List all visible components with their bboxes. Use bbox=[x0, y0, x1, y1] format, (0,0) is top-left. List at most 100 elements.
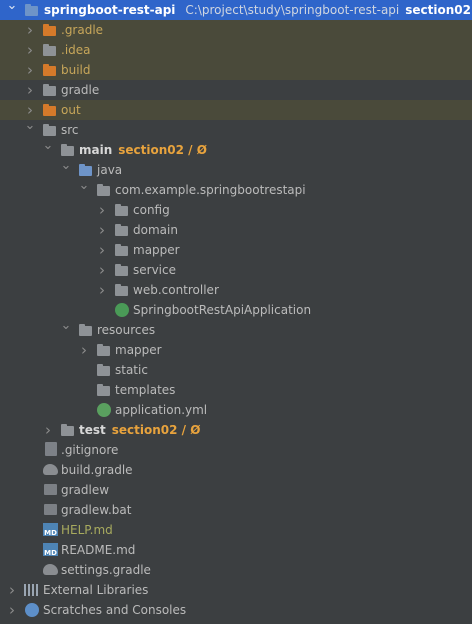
tree-row-package[interactable]: com.example.springbootrestapi bbox=[0, 180, 472, 200]
chevron-right-icon[interactable] bbox=[96, 240, 108, 260]
chevron-right-icon[interactable] bbox=[6, 600, 18, 620]
gitignore-file-icon bbox=[45, 442, 57, 456]
tree-label: mapper bbox=[133, 243, 180, 257]
spring-boot-class-icon bbox=[115, 303, 129, 317]
tree-label: resources bbox=[97, 323, 156, 337]
tree-row-domain[interactable]: domain bbox=[0, 220, 472, 240]
tree-row-java[interactable]: java bbox=[0, 160, 472, 180]
tree-row-application-yml[interactable]: application.yml bbox=[0, 400, 472, 420]
tree-label: service bbox=[133, 263, 176, 277]
folder-icon bbox=[42, 43, 58, 57]
chevron-down-icon[interactable] bbox=[42, 140, 54, 160]
tree-row-main[interactable]: main section02 / Ø bbox=[0, 140, 472, 160]
chevron-right-icon[interactable] bbox=[96, 260, 108, 280]
tree-label: .idea bbox=[61, 43, 91, 57]
folder-icon bbox=[42, 63, 58, 77]
chevron-down-icon[interactable] bbox=[60, 160, 72, 180]
resources-folder-icon bbox=[78, 323, 94, 337]
tree-row-out[interactable]: out bbox=[0, 100, 472, 120]
chevron-right-icon[interactable] bbox=[42, 420, 54, 440]
chevron-right-icon[interactable] bbox=[96, 220, 108, 240]
chevron-down-icon[interactable] bbox=[24, 120, 36, 140]
folder-icon bbox=[42, 123, 58, 137]
spring-config-icon bbox=[97, 403, 111, 417]
tree-label: gradlew bbox=[61, 483, 110, 497]
chevron-down-icon[interactable] bbox=[60, 320, 72, 340]
tree-row-static[interactable]: static bbox=[0, 360, 472, 380]
chevron-down-icon[interactable] bbox=[78, 180, 90, 200]
shell-script-icon bbox=[44, 484, 57, 495]
tree-label: application.yml bbox=[115, 403, 208, 417]
chevron-right-icon[interactable] bbox=[24, 100, 36, 120]
package-icon bbox=[114, 203, 130, 217]
package-icon bbox=[114, 283, 130, 297]
chevron-right-icon[interactable] bbox=[96, 200, 108, 220]
chevron-right-icon[interactable] bbox=[6, 580, 18, 600]
tree-row-gradle[interactable]: gradle bbox=[0, 80, 472, 100]
tree-label: java bbox=[97, 163, 123, 177]
tree-label: test bbox=[79, 423, 106, 437]
tree-label: src bbox=[61, 123, 79, 137]
tree-row-gradle-hidden[interactable]: .gradle bbox=[0, 20, 472, 40]
chevron-right-icon[interactable] bbox=[24, 60, 36, 80]
package-icon bbox=[114, 243, 130, 257]
tree-label: gradle bbox=[61, 83, 100, 97]
tree-label: static bbox=[115, 363, 148, 377]
tree-label: build bbox=[61, 63, 91, 77]
folder-icon bbox=[42, 103, 58, 117]
chevron-right-icon[interactable] bbox=[24, 40, 36, 60]
tree-label: .gradle bbox=[61, 23, 104, 37]
tree-label: build.gradle bbox=[61, 463, 133, 477]
project-name: springboot-rest-api bbox=[44, 3, 176, 17]
tree-label: README.md bbox=[61, 543, 136, 557]
chevron-right-icon[interactable] bbox=[96, 280, 108, 300]
tree-row-web-controller[interactable]: web.controller bbox=[0, 280, 472, 300]
tree-row-test[interactable]: test section02 / Ø bbox=[0, 420, 472, 440]
tree-row-gitignore[interactable]: .gitignore bbox=[0, 440, 472, 460]
tree-row-mapper[interactable]: mapper bbox=[0, 240, 472, 260]
tree-row-settings-gradle[interactable]: settings.gradle bbox=[0, 560, 472, 580]
package-icon bbox=[96, 183, 112, 197]
folder-icon bbox=[96, 343, 112, 357]
tree-row-templates[interactable]: templates bbox=[0, 380, 472, 400]
tree-row-res-mapper[interactable]: mapper bbox=[0, 340, 472, 360]
tree-label: com.example.springbootrestapi bbox=[115, 183, 306, 197]
module-folder-icon bbox=[60, 143, 76, 157]
tree-row-config[interactable]: config bbox=[0, 200, 472, 220]
chevron-down-icon[interactable] bbox=[6, 0, 18, 20]
tree-row-help-md[interactable]: MD HELP.md bbox=[0, 520, 472, 540]
folder-icon bbox=[96, 363, 112, 377]
tree-row-scratches[interactable]: Scratches and Consoles bbox=[0, 600, 472, 620]
tree-row-idea[interactable]: .idea bbox=[0, 40, 472, 60]
package-icon bbox=[114, 223, 130, 237]
source-folder-icon bbox=[78, 163, 94, 177]
tree-row-app-class[interactable]: SpringbootRestApiApplication bbox=[0, 300, 472, 320]
tree-row-gradlew-bat[interactable]: gradlew.bat bbox=[0, 500, 472, 520]
tree-row-readme-md[interactable]: MD README.md bbox=[0, 540, 472, 560]
tree-row-resources[interactable]: resources bbox=[0, 320, 472, 340]
folder-icon bbox=[42, 83, 58, 97]
tree-row-service[interactable]: service bbox=[0, 260, 472, 280]
scratches-icon bbox=[25, 603, 39, 617]
gradle-file-icon bbox=[43, 464, 58, 475]
chevron-right-icon[interactable] bbox=[78, 340, 90, 360]
tree-label: main bbox=[79, 143, 113, 157]
tree-label: gradlew.bat bbox=[61, 503, 132, 517]
tree-label: domain bbox=[133, 223, 178, 237]
project-branch-tag: section02 / Ø bbox=[405, 3, 472, 17]
tree-row-external-libraries[interactable]: External Libraries bbox=[0, 580, 472, 600]
tree-label: templates bbox=[115, 383, 176, 397]
markdown-file-icon: MD bbox=[43, 543, 58, 557]
folder-icon bbox=[42, 23, 58, 37]
tree-row-build-gradle[interactable]: build.gradle bbox=[0, 460, 472, 480]
gradle-file-icon bbox=[43, 564, 58, 575]
project-tree: springboot-rest-api C:\project\study\spri… bbox=[0, 0, 472, 620]
tree-row-build[interactable]: build bbox=[0, 60, 472, 80]
tree-row-project-root[interactable]: springboot-rest-api C:\project\study\spri… bbox=[0, 0, 472, 20]
chevron-right-icon[interactable] bbox=[24, 80, 36, 100]
tree-row-src[interactable]: src bbox=[0, 120, 472, 140]
library-icon bbox=[24, 584, 38, 596]
module-folder-icon bbox=[60, 423, 76, 437]
tree-row-gradlew[interactable]: gradlew bbox=[0, 480, 472, 500]
chevron-right-icon[interactable] bbox=[24, 20, 36, 40]
